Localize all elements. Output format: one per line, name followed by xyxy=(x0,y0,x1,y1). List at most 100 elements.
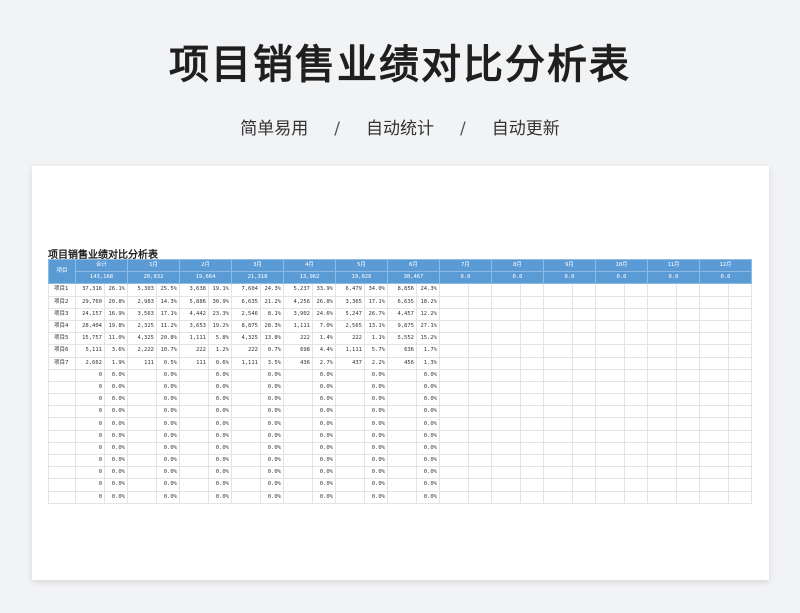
empty-cell xyxy=(387,417,417,431)
percent-cell: 0.0% xyxy=(208,441,232,456)
percent-cell: 0.0% xyxy=(416,453,440,468)
empty-cell xyxy=(699,490,729,504)
percent-cell: 0.0% xyxy=(260,417,284,431)
percent-cell: 16.9% xyxy=(104,307,128,321)
percent-cell: 7.0% xyxy=(312,319,336,334)
empty-cell xyxy=(543,441,573,456)
empty-cell xyxy=(335,478,365,492)
value-cell: 3,902 xyxy=(283,307,313,321)
empty-cell xyxy=(624,356,648,370)
value-cell: 0 xyxy=(75,368,105,382)
empty-cell xyxy=(543,417,573,431)
value-cell: 1,111 xyxy=(179,332,209,346)
empty-cell xyxy=(699,393,729,407)
percent-cell: 19.8% xyxy=(104,319,128,334)
empty-cell xyxy=(676,429,700,443)
percent-cell: 3.6% xyxy=(104,344,128,358)
percent-cell: 0.0% xyxy=(312,490,336,504)
value-cell: 0 xyxy=(75,417,105,431)
percent-cell: 0.0% xyxy=(416,478,440,492)
empty-cell xyxy=(543,295,573,309)
column-total: 0.0 xyxy=(543,271,596,285)
percent-cell: 0.0% xyxy=(208,393,232,407)
empty-cell xyxy=(387,453,417,468)
value-cell: 2,222 xyxy=(127,344,157,358)
empty-cell xyxy=(491,344,521,358)
empty-cell xyxy=(283,417,313,431)
value-cell: 2,325 xyxy=(127,319,157,334)
empty-cell xyxy=(520,405,544,419)
value-cell: 5,886 xyxy=(179,295,209,309)
table-row: 项目3 24,157 16.9% 3,563 17.1% 4,442 23.3% 2,546 8… xyxy=(48,307,752,321)
empty-cell xyxy=(543,344,573,358)
percent-cell: 0.0% xyxy=(312,466,336,480)
empty-cell xyxy=(728,478,752,492)
empty-cell xyxy=(699,380,729,395)
empty-cell xyxy=(179,368,209,382)
empty-cell xyxy=(520,356,544,370)
percent-cell: 28.3% xyxy=(260,319,284,334)
percent-cell: 0.0% xyxy=(260,368,284,382)
value-cell: 0 xyxy=(75,441,105,456)
empty-cell xyxy=(387,441,417,456)
percent-cell: 0.0% xyxy=(416,405,440,419)
percent-cell: 0.0% xyxy=(260,405,284,419)
table-row: 0 0.0% 0.0% 0.0% 0.0% 0.0% 0.0% 0.0% xyxy=(48,466,752,480)
row-label: 项目7 xyxy=(48,356,76,370)
empty-cell xyxy=(543,356,573,370)
percent-cell: 0.0% xyxy=(104,453,128,468)
value-cell: 2,662 xyxy=(75,356,105,370)
percent-cell: 0.0% xyxy=(364,417,388,431)
empty-cell xyxy=(468,307,492,321)
value-cell: 0 xyxy=(75,490,105,504)
empty-cell xyxy=(127,478,157,492)
percent-cell: 0.0% xyxy=(364,478,388,492)
empty-cell xyxy=(491,368,521,382)
empty-cell xyxy=(439,332,469,346)
percent-cell: 0.0% xyxy=(104,429,128,443)
empty-cell xyxy=(468,429,492,443)
value-cell: 222 xyxy=(179,344,209,358)
empty-cell xyxy=(647,283,677,297)
empty-cell xyxy=(572,441,596,456)
empty-cell xyxy=(543,332,573,346)
empty-cell xyxy=(439,490,469,504)
value-cell: 3,365 xyxy=(335,295,365,309)
empty-cell xyxy=(624,307,648,321)
empty-cell xyxy=(491,295,521,309)
empty-cell xyxy=(624,295,648,309)
percent-cell: 0.0% xyxy=(416,429,440,443)
row-header-cell: 项目 xyxy=(48,258,76,285)
table-row: 项目1 37,316 26.1% 5,303 25.5% 3,638 19.1% 7,604 2… xyxy=(48,283,752,297)
empty-cell xyxy=(676,405,700,419)
percent-cell: 20.8% xyxy=(104,295,128,309)
empty-cell xyxy=(179,405,209,419)
subtitle-item-easy: 简单易用 xyxy=(240,119,309,139)
empty-cell xyxy=(647,478,677,492)
percent-cell: 0.0% xyxy=(156,453,180,468)
empty-cell xyxy=(468,405,492,419)
value-cell: 4,325 xyxy=(231,332,261,346)
empty-cell xyxy=(439,380,469,395)
empty-cell xyxy=(283,478,313,492)
empty-cell xyxy=(676,332,700,346)
column-header: 2月 xyxy=(179,258,232,273)
value-cell: 7,604 xyxy=(231,283,261,297)
row-label xyxy=(48,441,76,456)
value-cell: 29,760 xyxy=(75,295,105,309)
empty-cell xyxy=(676,417,700,431)
empty-cell xyxy=(728,283,752,297)
empty-cell xyxy=(676,295,700,309)
percent-cell: 0.0% xyxy=(312,441,336,456)
empty-cell xyxy=(624,417,648,431)
empty-cell xyxy=(699,466,729,480)
empty-cell xyxy=(728,368,752,382)
empty-cell xyxy=(728,490,752,504)
empty-cell xyxy=(572,380,596,395)
percent-cell: 0.0% xyxy=(104,417,128,431)
value-cell: 4,325 xyxy=(127,332,157,346)
empty-cell xyxy=(283,393,313,407)
empty-cell xyxy=(283,441,313,456)
percent-cell: 17.1% xyxy=(364,295,388,309)
empty-cell xyxy=(439,283,469,297)
